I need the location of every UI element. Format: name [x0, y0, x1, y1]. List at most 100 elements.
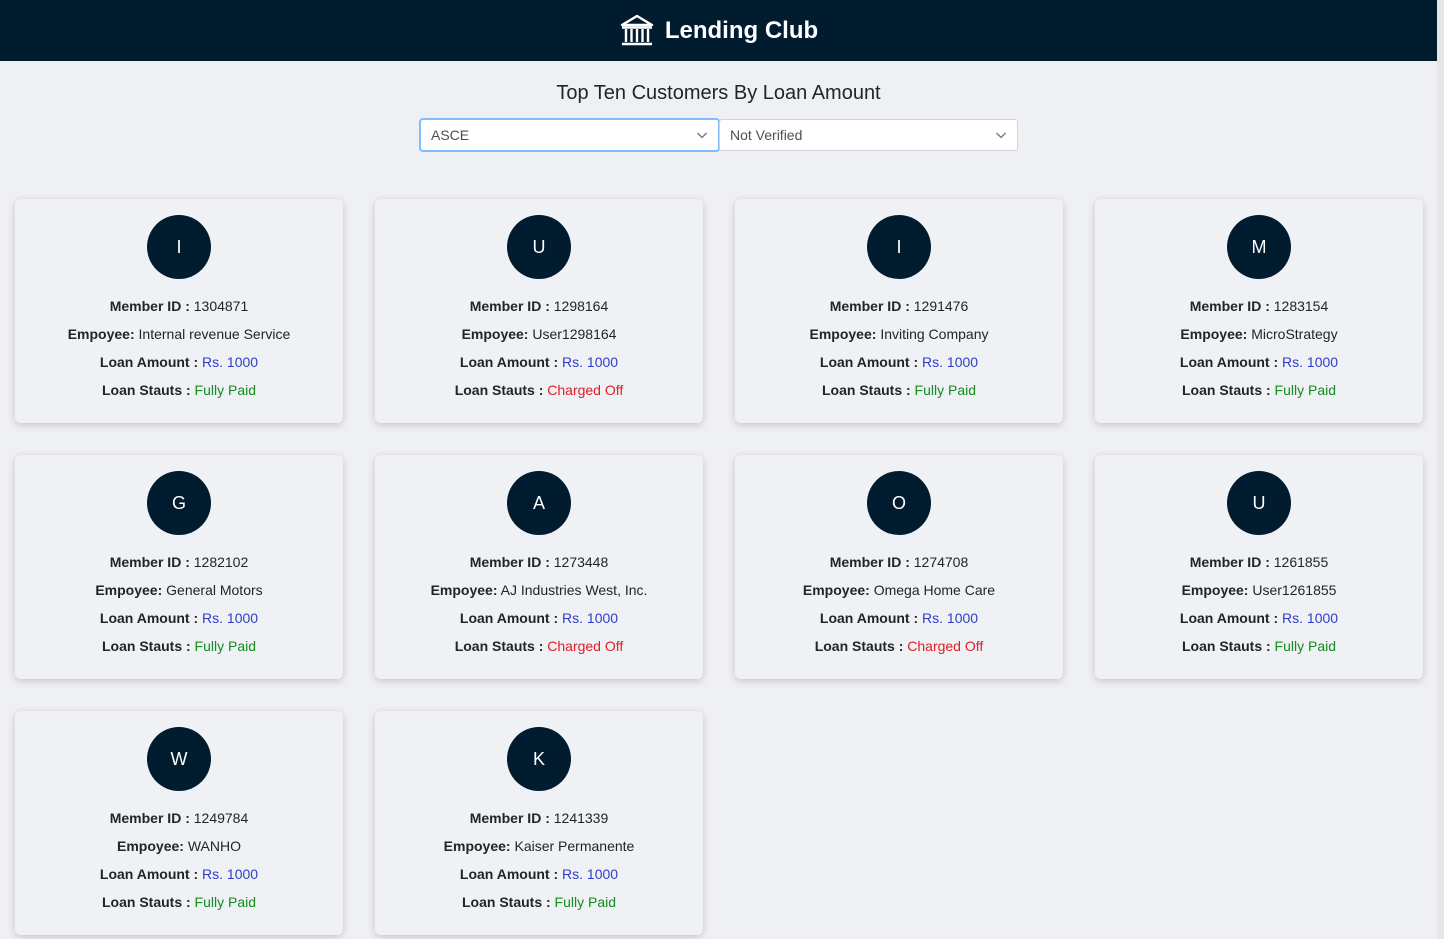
loan-status-label: Loan Stauts :	[454, 382, 544, 398]
loan-amount-value: Rs. 1000	[202, 610, 259, 626]
customer-card[interactable]: M Member ID : 1283154 Empoyee: MicroStra…	[1095, 199, 1423, 423]
member-id-value: 1291476	[913, 298, 969, 314]
avatar: M	[1227, 215, 1291, 279]
loan-amount-label: Loan Amount :	[99, 354, 199, 370]
employee-value: MicroStrategy	[1251, 326, 1338, 342]
chevron-down-icon	[995, 129, 1007, 141]
avatar: I	[147, 215, 211, 279]
employee-row: Empoyee: MicroStrategy	[1180, 320, 1337, 348]
loan-status-row: Loan Stauts : Charged Off	[455, 632, 624, 660]
scrollbar[interactable]	[1437, 0, 1444, 939]
member-id-row: Member ID : 1304871	[110, 292, 249, 320]
loan-amount-value: Rs. 1000	[1282, 354, 1339, 370]
customer-card[interactable]: O Member ID : 1274708 Empoyee: Omega Hom…	[735, 455, 1063, 679]
member-id-label: Member ID :	[829, 298, 910, 314]
member-id-label: Member ID :	[109, 554, 190, 570]
member-id-label: Member ID :	[829, 554, 910, 570]
loan-amount-label: Loan Amount :	[459, 866, 559, 882]
loan-status-value: Charged Off	[907, 638, 984, 654]
avatar: U	[507, 215, 571, 279]
loan-amount-value: Rs. 1000	[202, 354, 259, 370]
app-title: Lending Club	[664, 16, 819, 44]
loan-status-label: Loan Stauts :	[1181, 638, 1271, 654]
loan-amount-label: Loan Amount :	[99, 866, 199, 882]
employee-value: User1261855	[1252, 582, 1337, 598]
customer-grid: I Member ID : 1304871 Empoyee: Internal …	[15, 199, 1423, 935]
customer-card[interactable]: I Member ID : 1304871 Empoyee: Internal …	[15, 199, 343, 423]
avatar: I	[867, 215, 931, 279]
employee-label: Empoyee:	[443, 838, 511, 854]
member-id-value: 1282102	[193, 554, 249, 570]
member-id-row: Member ID : 1291476	[830, 292, 969, 320]
loan-status-row: Loan Stauts : Fully Paid	[1182, 376, 1336, 404]
employee-value: Inviting Company	[880, 326, 989, 342]
customer-card[interactable]: U Member ID : 1261855 Empoyee: User12618…	[1095, 455, 1423, 679]
customer-card[interactable]: A Member ID : 1273448 Empoyee: AJ Indust…	[375, 455, 703, 679]
avatar: A	[507, 471, 571, 535]
member-id-label: Member ID :	[469, 298, 550, 314]
loan-status-row: Loan Stauts : Charged Off	[815, 632, 984, 660]
employee-value: AJ Industries West, Inc.	[500, 582, 648, 598]
navbar: Lending Club	[0, 0, 1437, 61]
loan-status-label: Loan Stauts :	[461, 894, 551, 910]
loan-amount-row: Loan Amount : Rs. 1000	[1180, 348, 1338, 376]
loan-status-value: Fully Paid	[554, 894, 617, 910]
loan-amount-value: Rs. 1000	[562, 866, 619, 882]
sort-order-select[interactable]: ASCE	[420, 119, 719, 151]
employee-label: Empoyee:	[67, 326, 135, 342]
customer-card[interactable]: K Member ID : 1241339 Empoyee: Kaiser Pe…	[375, 711, 703, 935]
brand[interactable]: Lending Club	[619, 13, 818, 49]
employee-value: General Motors	[166, 582, 263, 598]
loan-status-row: Loan Stauts : Fully Paid	[462, 888, 616, 916]
customer-card[interactable]: I Member ID : 1291476 Empoyee: Inviting …	[735, 199, 1063, 423]
loan-amount-label: Loan Amount :	[1179, 354, 1279, 370]
customer-card[interactable]: G Member ID : 1282102 Empoyee: General M…	[15, 455, 343, 679]
employee-value: Internal revenue Service	[138, 326, 291, 342]
loan-amount-row: Loan Amount : Rs. 1000	[100, 860, 258, 888]
loan-status-label: Loan Stauts :	[814, 638, 904, 654]
loan-amount-value: Rs. 1000	[922, 354, 979, 370]
loan-amount-row: Loan Amount : Rs. 1000	[820, 604, 978, 632]
loan-status-row: Loan Stauts : Fully Paid	[102, 632, 256, 660]
avatar: O	[867, 471, 931, 535]
member-id-label: Member ID :	[109, 810, 190, 826]
verification-status-select[interactable]: Not Verified	[719, 119, 1018, 151]
loan-amount-value: Rs. 1000	[202, 866, 259, 882]
member-id-value: 1304871	[193, 298, 249, 314]
loan-amount-value: Rs. 1000	[1282, 610, 1339, 626]
employee-value: Omega Home Care	[873, 582, 996, 598]
employee-row: Empoyee: Internal revenue Service	[68, 320, 291, 348]
customer-card[interactable]: U Member ID : 1298164 Empoyee: User12981…	[375, 199, 703, 423]
loan-amount-row: Loan Amount : Rs. 1000	[460, 348, 618, 376]
employee-label: Empoyee:	[809, 326, 877, 342]
loan-status-value: Charged Off	[547, 382, 624, 398]
member-id-label: Member ID :	[109, 298, 190, 314]
loan-status-row: Loan Stauts : Fully Paid	[102, 376, 256, 404]
loan-amount-row: Loan Amount : Rs. 1000	[100, 604, 258, 632]
sort-order-value: ASCE	[431, 127, 470, 143]
loan-status-label: Loan Stauts :	[1181, 382, 1271, 398]
customer-card[interactable]: W Member ID : 1249784 Empoyee: WANHO Loa…	[15, 711, 343, 935]
avatar: G	[147, 471, 211, 535]
loan-amount-row: Loan Amount : Rs. 1000	[100, 348, 258, 376]
loan-amount-row: Loan Amount : Rs. 1000	[460, 860, 618, 888]
member-id-label: Member ID :	[469, 810, 550, 826]
member-id-value: 1249784	[193, 810, 249, 826]
loan-status-row: Loan Stauts : Fully Paid	[822, 376, 976, 404]
employee-value: Kaiser Permanente	[514, 838, 635, 854]
member-id-row: Member ID : 1298164	[470, 292, 609, 320]
loan-status-row: Loan Stauts : Fully Paid	[102, 888, 256, 916]
member-id-label: Member ID :	[1189, 554, 1270, 570]
employee-row: Empoyee: AJ Industries West, Inc.	[431, 576, 648, 604]
member-id-value: 1283154	[1273, 298, 1329, 314]
loan-status-label: Loan Stauts :	[101, 894, 191, 910]
loan-amount-row: Loan Amount : Rs. 1000	[460, 604, 618, 632]
loan-amount-label: Loan Amount :	[459, 354, 559, 370]
member-id-row: Member ID : 1249784	[110, 804, 249, 832]
member-id-value: 1261855	[1273, 554, 1329, 570]
member-id-row: Member ID : 1283154	[1190, 292, 1329, 320]
employee-label: Empoyee:	[1181, 582, 1249, 598]
employee-row: Empoyee: User1261855	[1182, 576, 1337, 604]
verification-status-value: Not Verified	[730, 127, 803, 143]
loan-status-label: Loan Stauts :	[101, 638, 191, 654]
